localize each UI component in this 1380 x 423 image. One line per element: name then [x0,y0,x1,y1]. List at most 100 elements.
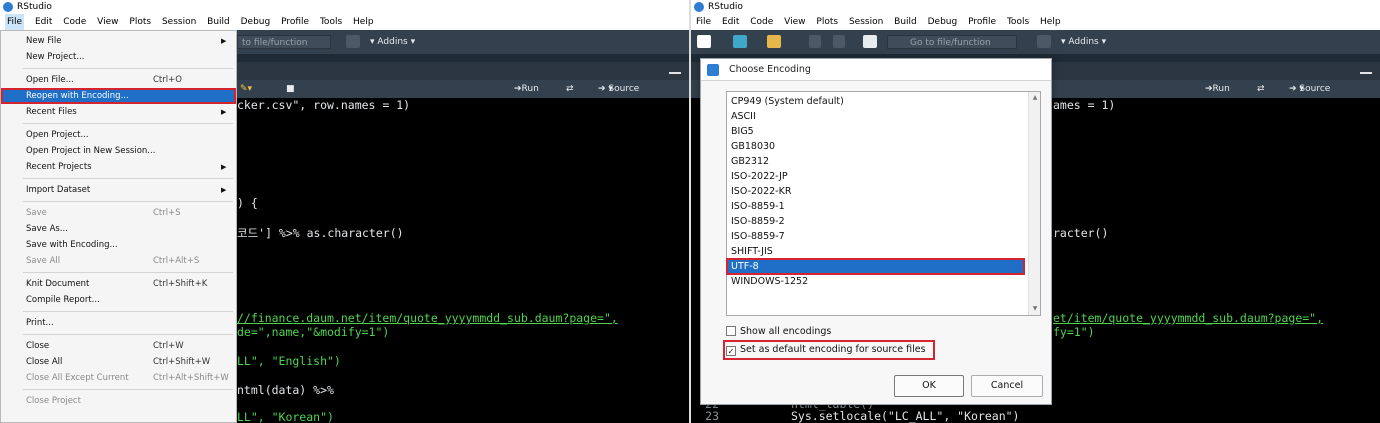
menu-profile[interactable]: Profile [281,14,309,30]
menu-view[interactable]: View [97,14,118,30]
addins-menu[interactable]: ▾ Addins ▾ [1061,35,1106,49]
file-menu-item[interactable]: Close All Ctrl+Shift+W [1,354,236,370]
menu-edit[interactable]: Edit [722,14,739,30]
encoding-option[interactable]: GB2312 [727,154,1024,169]
file-menu-item[interactable]: Close All Except Current Ctrl+Alt+Shift+W [1,370,236,386]
new-file-button[interactable] [697,35,711,48]
encoding-option[interactable]: UTF-8 [726,258,1025,275]
code-line: ) { [237,196,258,210]
code-line: fy=1") [1053,325,1095,339]
file-menu-item[interactable]: Save As... [1,221,236,237]
menu-debug[interactable]: Debug [928,14,958,30]
encoding-option[interactable]: ISO-8859-2 [727,214,1024,229]
code-text: fy=1") [1053,325,1095,339]
menu-item-label: Save All [26,256,61,266]
menu-session[interactable]: Session [849,14,883,30]
scroll-up-icon[interactable]: ▲ [1030,93,1040,103]
encoding-option[interactable]: ISO-8859-1 [727,199,1024,214]
menu-session[interactable]: Session [162,14,196,30]
title-bar: RStudio [0,0,689,14]
menu-plots[interactable]: Plots [816,14,838,30]
minimize-pane-icon[interactable] [669,66,681,74]
menu-edit[interactable]: Edit [35,14,52,30]
file-menu-item[interactable]: Print... [1,315,236,331]
run-label: Run [521,84,539,94]
new-project-button[interactable] [733,35,747,48]
encoding-option[interactable]: BIG5 [727,124,1024,139]
menu-build[interactable]: Build [894,14,917,30]
file-menu-item[interactable]: Close Ctrl+W [1,338,236,354]
save-button[interactable] [809,35,821,48]
set-default-encoding-checkbox[interactable]: ✓ Set as default encoding for source file… [723,340,935,360]
menu-code[interactable]: Code [63,14,86,30]
menu-debug[interactable]: Debug [241,14,271,30]
addins-menu[interactable]: ▾ Addins ▾ [370,35,415,49]
code-text: 코드'] %>% as.character() [237,226,404,240]
menu-item-label: Print... [26,318,54,328]
checkbox-box[interactable] [726,326,736,336]
file-menu-item[interactable]: Recent Files ▶ [1,104,236,120]
grid-layout-button[interactable] [346,35,360,48]
menu-tools[interactable]: Tools [320,14,342,30]
encoding-option[interactable]: ISO-2022-KR [727,184,1024,199]
encoding-option[interactable]: GB18030 [727,139,1024,154]
cancel-button[interactable]: Cancel [971,375,1043,397]
source-button[interactable]: ➔ Source ▾ [598,80,639,98]
encoding-option[interactable]: ISO-8859-7 [727,229,1024,244]
file-menu-item[interactable]: Import Dataset ▶ [1,182,236,198]
file-menu-item[interactable]: Save All Ctrl+Alt+S [1,253,236,269]
menu-bar: File Edit Code View Plots Session Build … [691,14,1380,30]
notebook-icon[interactable]: ■ [286,80,295,98]
grid-layout-button[interactable] [1037,35,1051,48]
list-scrollbar[interactable]: ▲ ▼ [1028,92,1040,315]
menu-separator [23,389,233,390]
file-menu-item[interactable]: New Project... [1,49,236,65]
save-all-button[interactable] [833,35,845,48]
menu-file[interactable]: File [696,14,711,30]
menu-view[interactable]: View [784,14,805,30]
rerun-icon[interactable]: ⇄ [566,80,574,98]
encoding-option[interactable]: WINDOWS-1252 [727,274,1024,289]
menu-code[interactable]: Code [750,14,773,30]
ok-button[interactable]: OK [894,375,964,397]
file-menu-item[interactable]: Open Project in New Session... [1,143,236,159]
menu-build[interactable]: Build [207,14,230,30]
show-all-encodings-checkbox[interactable]: Show all encodings [726,325,831,339]
goto-file-input[interactable]: Go to file/function [887,35,1017,49]
file-menu-item[interactable]: New File ▶ [1,33,236,49]
menu-plots[interactable]: Plots [129,14,151,30]
minimize-pane-icon[interactable] [1360,66,1372,74]
file-menu-item[interactable]: Open Project... [1,127,236,143]
menu-profile[interactable]: Profile [968,14,996,30]
wand-icon[interactable]: ✎▾ [240,80,252,98]
print-button[interactable] [863,35,877,48]
submenu-arrow-icon: ▶ [221,37,227,45]
file-menu-item[interactable]: Compile Report... [1,292,236,308]
file-menu-item[interactable]: Knit Document Ctrl+Shift+K [1,276,236,292]
menu-help[interactable]: Help [1040,14,1061,30]
menu-file[interactable]: File [5,14,25,30]
scroll-down-icon[interactable]: ▼ [1030,304,1040,314]
file-menu-item[interactable]: Open File... Ctrl+O [1,72,236,88]
encoding-option[interactable]: ISO-2022-JP [727,169,1024,184]
open-file-button[interactable] [767,35,781,48]
goto-file-input[interactable]: to file/function [237,35,331,49]
run-button[interactable]: ➔ Run [1205,80,1230,98]
submenu-arrow-icon: ▶ [221,108,227,116]
dialog-title: Choose Encoding [729,64,811,75]
source-button[interactable]: ➔ Source ▾ [1289,80,1330,98]
file-menu-item[interactable]: Close Project [1,393,236,409]
menu-tools[interactable]: Tools [1007,14,1029,30]
encoding-list[interactable]: ▲ ▼ CP949 (System default) ASCII BIG5 GB180… [726,91,1041,316]
checkmark-icon[interactable]: ✓ [726,346,736,356]
file-menu-item[interactable]: Reopen with Encoding... [1,88,236,104]
encoding-option[interactable]: CP949 (System default) [727,94,1024,109]
run-button[interactable]: ➔ Run [514,80,539,98]
rerun-icon[interactable]: ⇄ [1257,80,1265,98]
file-menu-item[interactable]: Save Ctrl+S [1,205,236,221]
file-menu-item[interactable]: Recent Projects ▶ [1,159,236,175]
menu-help[interactable]: Help [353,14,374,30]
file-menu-item[interactable]: Save with Encoding... [1,237,236,253]
encoding-option[interactable]: SHIFT-JIS [727,244,1024,259]
encoding-option[interactable]: ASCII [727,109,1024,124]
